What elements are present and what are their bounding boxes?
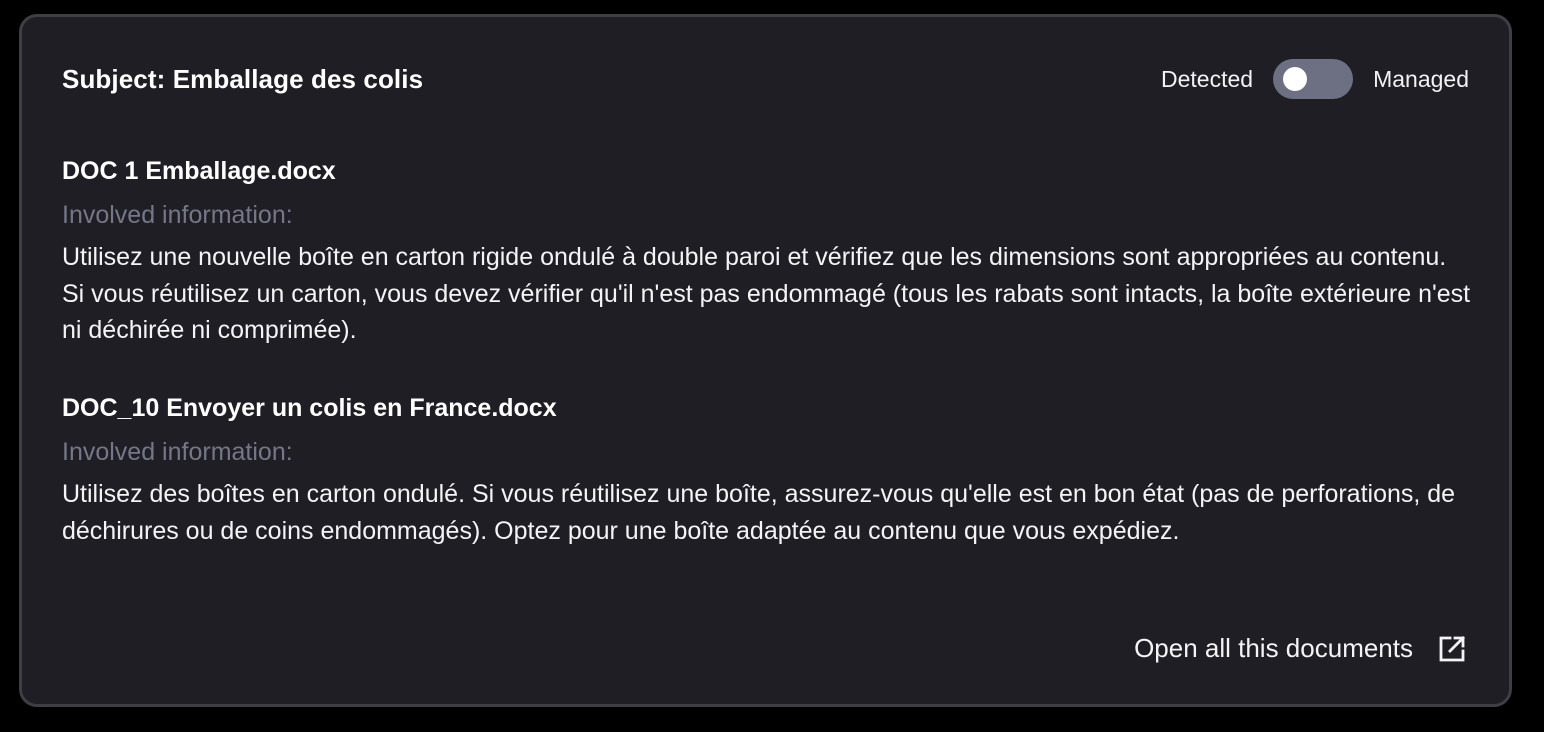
- involved-information-text: Utilisez une nouvelle boîte en carton ri…: [62, 243, 1471, 344]
- detected-managed-toggle[interactable]: [1273, 59, 1354, 99]
- document-title[interactable]: DOC_10 Envoyer un colis en France.docx: [62, 390, 1472, 426]
- toggle-label-detected: Detected: [1161, 65, 1254, 92]
- external-link-icon[interactable]: [1437, 634, 1467, 664]
- document-section: DOC 1 Emballage.docx Involved informatio…: [62, 153, 1472, 349]
- involved-information-label: Involved information:: [62, 438, 293, 466]
- card-header: Subject: Emballage des colis Detected Ma…: [62, 59, 1469, 99]
- open-all-documents-link[interactable]: Open all this documents: [1134, 633, 1467, 664]
- toggle-knob: [1283, 67, 1308, 91]
- open-all-documents-label: Open all this documents: [1134, 633, 1413, 663]
- toggle-label-managed: Managed: [1373, 65, 1469, 92]
- document-title[interactable]: DOC 1 Emballage.docx: [62, 153, 1472, 189]
- subject-title: Subject: Emballage des colis: [62, 63, 424, 94]
- document-section: DOC_10 Envoyer un colis en France.docx I…: [62, 390, 1472, 549]
- involved-information-text: Utilisez des boîtes en carton ondulé. Si…: [62, 480, 1456, 545]
- involved-information-label: Involved information:: [62, 201, 293, 229]
- subject-card: Subject: Emballage des colis Detected Ma…: [19, 14, 1512, 707]
- detected-managed-toggle-group: Detected Managed: [1161, 59, 1469, 99]
